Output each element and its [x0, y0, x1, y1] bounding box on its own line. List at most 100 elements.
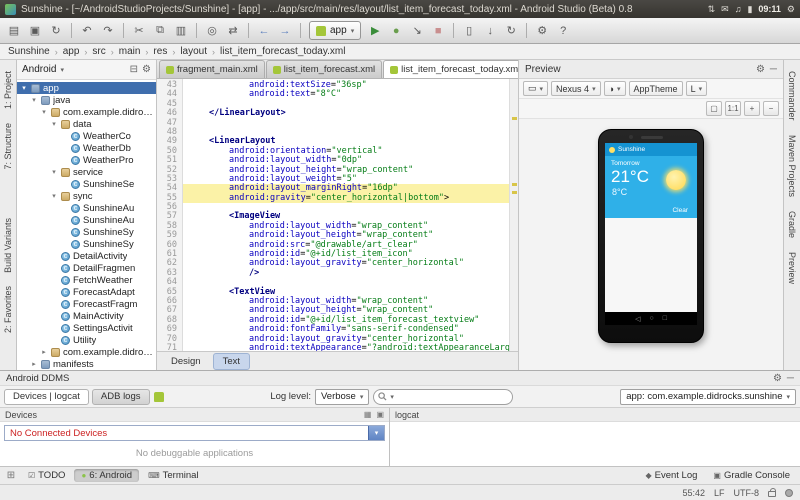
- api-version-chip[interactable]: ◑▾: [604, 81, 626, 96]
- gear-icon[interactable]: ⚙: [773, 373, 782, 384]
- run-icon[interactable]: ▶: [365, 21, 385, 41]
- breadcrumb-item[interactable]: main: [119, 46, 141, 57]
- caret-position[interactable]: 55:42: [682, 488, 705, 498]
- tree-toggle-icon[interactable]: ▸: [30, 360, 38, 368]
- project-tree-item[interactable]: cDetailFragmen: [17, 262, 156, 274]
- project-tree-item[interactable]: cWeatherDb: [17, 142, 156, 154]
- ddms-tab-adb-logs[interactable]: ADB logs: [92, 389, 150, 405]
- toolwindow-button-terminal[interactable]: ⌨Terminal: [141, 469, 205, 482]
- tool-tab-preview[interactable]: Preview: [786, 245, 798, 291]
- gear-icon[interactable]: ⚙: [756, 64, 765, 75]
- warning-tick[interactable]: [512, 117, 517, 120]
- readonly-lock-icon[interactable]: [768, 491, 776, 497]
- project-tree-item[interactable]: ▾sync: [17, 190, 156, 202]
- breadcrumb-item[interactable]: Sunshine: [8, 46, 50, 57]
- debug-icon[interactable]: ●: [386, 21, 406, 41]
- help-icon[interactable]: ?: [553, 21, 573, 41]
- chevron-down-icon[interactable]: ▾: [368, 426, 384, 440]
- project-tree-item[interactable]: cSunshineSe: [17, 178, 156, 190]
- project-tree-item[interactable]: cForecastFragm: [17, 298, 156, 310]
- project-tree-item[interactable]: cSunshineSy: [17, 226, 156, 238]
- breadcrumb-item[interactable]: app: [63, 46, 80, 57]
- project-tree-item[interactable]: ▾com.example.didrocks: [17, 106, 156, 118]
- paste-icon[interactable]: ▥: [171, 21, 191, 41]
- breadcrumb-item[interactable]: res: [153, 46, 167, 57]
- tool-tab-commander[interactable]: Commander: [786, 64, 798, 128]
- cut-icon[interactable]: ✂: [129, 21, 149, 41]
- project-tree-item[interactable]: ▸com.example.didrocks: [17, 346, 156, 358]
- project-tree-item[interactable]: cFetchWeather: [17, 274, 156, 286]
- project-tree-item[interactable]: ▾service: [17, 166, 156, 178]
- tree-toggle-icon[interactable]: ▾: [50, 168, 58, 176]
- project-tree-item[interactable]: cSunshineAu: [17, 202, 156, 214]
- project-tree-item[interactable]: ▸manifests: [17, 358, 156, 370]
- editor-mode-tab-design[interactable]: Design: [161, 353, 211, 370]
- warning-tick[interactable]: [512, 183, 517, 186]
- orientation-chip[interactable]: ▭▾: [523, 81, 548, 96]
- zoom-fit-icon[interactable]: ▢: [706, 101, 722, 116]
- warning-tick[interactable]: [512, 191, 517, 194]
- device-select[interactable]: No Connected Devices ▾: [4, 425, 385, 441]
- error-stripe[interactable]: [509, 79, 518, 351]
- find-icon[interactable]: ◎: [202, 21, 222, 41]
- app-filter-select[interactable]: app: com.example.didrocks.sunshine ▾: [620, 389, 796, 405]
- tree-toggle-icon[interactable]: ▾: [50, 192, 58, 200]
- tool-tab-7-structure[interactable]: 7: Structure: [2, 116, 14, 177]
- tree-toggle-icon[interactable]: ▾: [20, 84, 28, 92]
- editor-tab[interactable]: list_item_forecast_today.xml×: [383, 60, 537, 78]
- logcat-search-input[interactable]: ▾: [373, 389, 513, 405]
- project-tree-item[interactable]: ▾app: [17, 82, 156, 94]
- tool-tab-maven-projects[interactable]: Maven Projects: [786, 128, 798, 204]
- tool-tab-build-variants[interactable]: Build Variants: [2, 211, 14, 280]
- toolwindow-button-todo[interactable]: ☑TODO: [21, 469, 72, 482]
- project-tree-item[interactable]: cSunshineAu: [17, 214, 156, 226]
- zoom-out-icon[interactable]: −: [763, 101, 779, 116]
- forward-icon[interactable]: →: [275, 21, 295, 41]
- tree-toggle-icon[interactable]: ▾: [50, 120, 58, 128]
- hide-panel-icon[interactable]: ─: [787, 373, 794, 384]
- editor-code[interactable]: android:textSize="36sp"android:text="8°C…: [183, 79, 509, 351]
- project-view-selector[interactable]: Android: [22, 64, 56, 75]
- screen-record-icon[interactable]: ▣: [376, 410, 384, 419]
- sdk-manager-icon[interactable]: ↓: [480, 21, 500, 41]
- gradle-sync-icon[interactable]: ↻: [501, 21, 521, 41]
- project-tree-item[interactable]: cWeatherCo: [17, 130, 156, 142]
- settings-icon[interactable]: ⚙: [532, 21, 552, 41]
- project-tree-item[interactable]: cSunshineSy: [17, 238, 156, 250]
- toolwindow-button-gradle-console[interactable]: ▣Gradle Console: [706, 469, 797, 482]
- session-menu-icon[interactable]: ⚙: [787, 4, 795, 15]
- hide-panel-icon[interactable]: ─: [770, 64, 777, 75]
- tool-tab-2-favorites[interactable]: 2: Favorites: [2, 279, 14, 340]
- theme-chip[interactable]: AppTheme: [629, 81, 683, 96]
- ddms-tab-devices-logcat[interactable]: Devices | logcat: [4, 389, 89, 405]
- editor-tab[interactable]: list_item_forecast.xml: [266, 60, 382, 78]
- window-switcher-icon[interactable]: ⊞: [3, 470, 19, 481]
- back-icon[interactable]: ←: [254, 21, 274, 41]
- zoom-in-icon[interactable]: +: [744, 101, 760, 116]
- screenshot-icon[interactable]: ▦: [364, 410, 372, 419]
- attach-debugger-icon[interactable]: ↘: [407, 21, 427, 41]
- tool-tab-1-project[interactable]: 1: Project: [2, 64, 14, 116]
- editor-mode-tab-text[interactable]: Text: [213, 353, 250, 370]
- collapse-all-icon[interactable]: ⊟: [130, 64, 138, 75]
- project-tree-item[interactable]: cForecastAdapt: [17, 286, 156, 298]
- project-tree-item[interactable]: cWeatherPro: [17, 154, 156, 166]
- project-tree-item[interactable]: cDetailActivity: [17, 250, 156, 262]
- theme-changer-icon[interactable]: [785, 489, 793, 497]
- redo-icon[interactable]: ↷: [98, 21, 118, 41]
- project-tree[interactable]: ▾app▾java▾com.example.didrocks▾datacWeat…: [17, 80, 156, 370]
- device-chip[interactable]: Nexus 4▾: [551, 81, 601, 96]
- gear-icon[interactable]: ⚙: [142, 64, 151, 75]
- tool-tab-gradle[interactable]: Gradle: [786, 204, 798, 245]
- open-project-icon[interactable]: ▤: [4, 21, 24, 41]
- tree-toggle-icon[interactable]: ▸: [40, 348, 48, 356]
- project-tree-item[interactable]: cUtility: [17, 334, 156, 346]
- project-tree-item[interactable]: cSettingsActivit: [17, 322, 156, 334]
- run-configuration-select[interactable]: app ▾: [309, 21, 361, 40]
- sync-icon[interactable]: ↻: [46, 21, 66, 41]
- project-tree-item[interactable]: ▾java: [17, 94, 156, 106]
- breadcrumb-item[interactable]: list_item_forecast_today.xml: [220, 46, 345, 57]
- logcat-output[interactable]: [390, 422, 800, 466]
- zoom-actual-icon[interactable]: 1:1: [725, 101, 741, 116]
- editor-gutter[interactable]: 4344454647484950515253545556575859606162…: [157, 79, 183, 351]
